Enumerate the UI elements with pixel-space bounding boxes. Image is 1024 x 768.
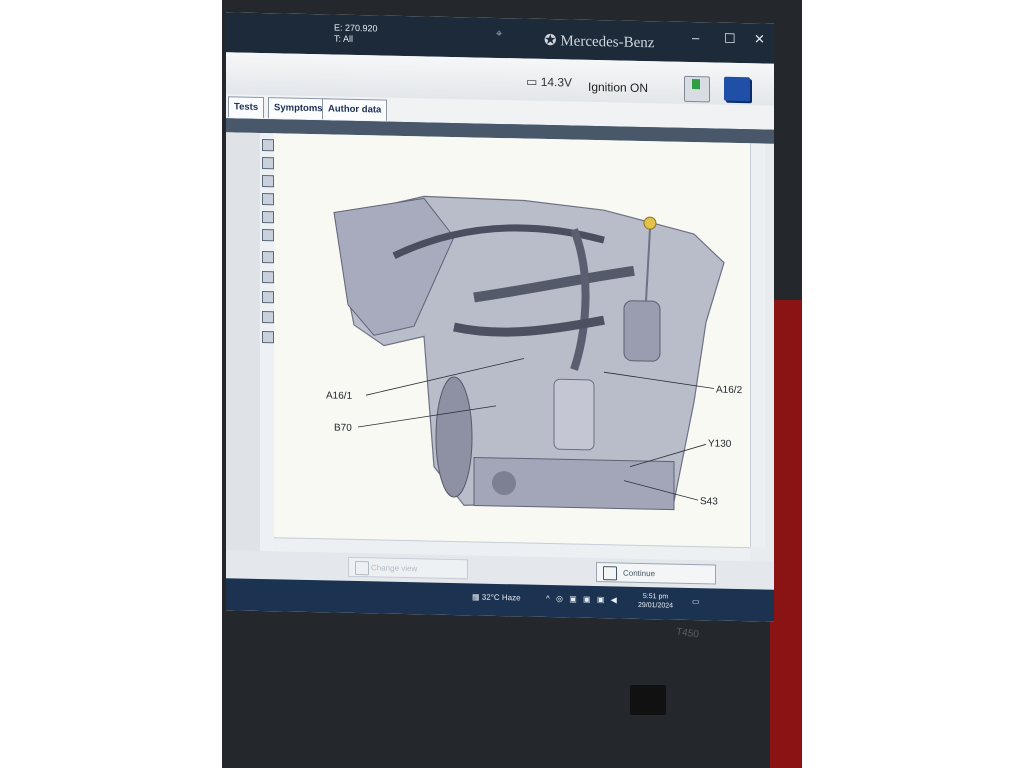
dipstick-handle [643,216,657,230]
star-logo-icon: ✪ [544,32,557,50]
callout-a16-2[interactable]: A16/2 [716,385,743,397]
minimize-button[interactable]: – [692,30,699,45]
background-red-object [770,300,802,768]
brand-logo: ✪ Mercedes-Benz [544,31,654,52]
weather-text: 32°C Haze [481,592,521,603]
weather-icon: ▦ [472,592,480,602]
maximize-button[interactable]: ☐ [724,31,736,47]
tree-panel[interactable] [226,132,261,551]
system-tray[interactable]: ^ ◎ ▣ ▣ ▣ ◀ [546,594,619,605]
callout-b70[interactable]: B70 [334,423,352,434]
transmission-code: T: All [334,33,354,44]
ignition-status: Ignition ON [588,79,649,96]
zoom-in-icon[interactable] [262,157,274,170]
engine-illustration: A16/1 B70 A16/2 Y130 S43 [326,195,743,511]
battery-status: ▭ 14.3V [526,75,572,90]
close-button[interactable]: ✕ [754,31,765,47]
notification-icon[interactable]: ▭ [692,597,700,606]
callout-s43[interactable]: S43 [700,496,718,507]
pan-icon[interactable] [262,193,274,206]
tool-icon-7[interactable] [262,251,274,264]
engine-code: E: 270.920 [334,22,378,34]
weather-widget[interactable]: ▦ 32°C Haze [472,592,521,602]
chevron-up-icon[interactable]: ^ [546,594,552,603]
title-info: E: 270.920 T: All [334,23,378,46]
view-toolbar [260,132,275,552]
network-icon[interactable]: ◎ [556,594,565,603]
brand-name: Mercedes-Benz [560,33,655,52]
tab-tests[interactable]: Tests [228,96,265,119]
change-view-button[interactable]: Change view [348,556,468,580]
oil-filter [623,300,661,362]
volume-icon[interactable]: ◀ [611,595,619,604]
vertical-scrollbar[interactable] [750,143,765,548]
fit-height-icon[interactable] [262,229,274,242]
battery-icon: ▭ [526,74,538,89]
tool-icon-11[interactable] [262,331,274,344]
laptop-hinge [630,685,666,715]
callout-a16-1[interactable]: A16/1 [326,390,353,402]
flywheel [435,376,473,498]
timing-cover [553,378,595,451]
tool-icon-8[interactable] [262,271,274,284]
pin-icon[interactable]: ⌖ [496,28,502,41]
voltage-value: 14.3V [540,74,573,90]
fit-width-icon[interactable] [262,211,274,224]
change-view-icon [355,560,369,576]
taskbar-clock[interactable]: 5:51 pm 29/01/2024 [638,592,673,611]
app-tray-icon[interactable]: ▣ [569,594,579,603]
manual-book-icon[interactable] [724,76,750,102]
laptop-screen: E: 270.920 T: All ⌖ ✪ Mercedes-Benz – ☐ … [226,12,774,622]
change-view-label: Change view [371,563,418,574]
engine-diagram-area[interactable]: A16/1 B70 A16/2 Y130 S43 [274,133,750,548]
continue-label: Continue [623,568,656,579]
clock-date: 29/01/2024 [638,601,674,610]
print-icon[interactable] [684,75,710,103]
continue-button[interactable]: Continue [596,562,716,585]
app-tray-icon-3[interactable]: ▣ [597,595,607,604]
app-tray-icon-2[interactable]: ▣ [583,595,593,604]
zoom-out-icon[interactable] [262,175,274,188]
tool-icon-9[interactable] [262,291,274,304]
arrow-right-icon [603,566,617,581]
tool-icon-10[interactable] [262,311,274,324]
tab-symptoms[interactable]: Symptoms [268,97,329,120]
tab-author-data[interactable]: Author data [322,98,388,121]
zoom-fit-icon[interactable] [262,139,274,152]
callout-y130[interactable]: Y130 [708,438,732,449]
